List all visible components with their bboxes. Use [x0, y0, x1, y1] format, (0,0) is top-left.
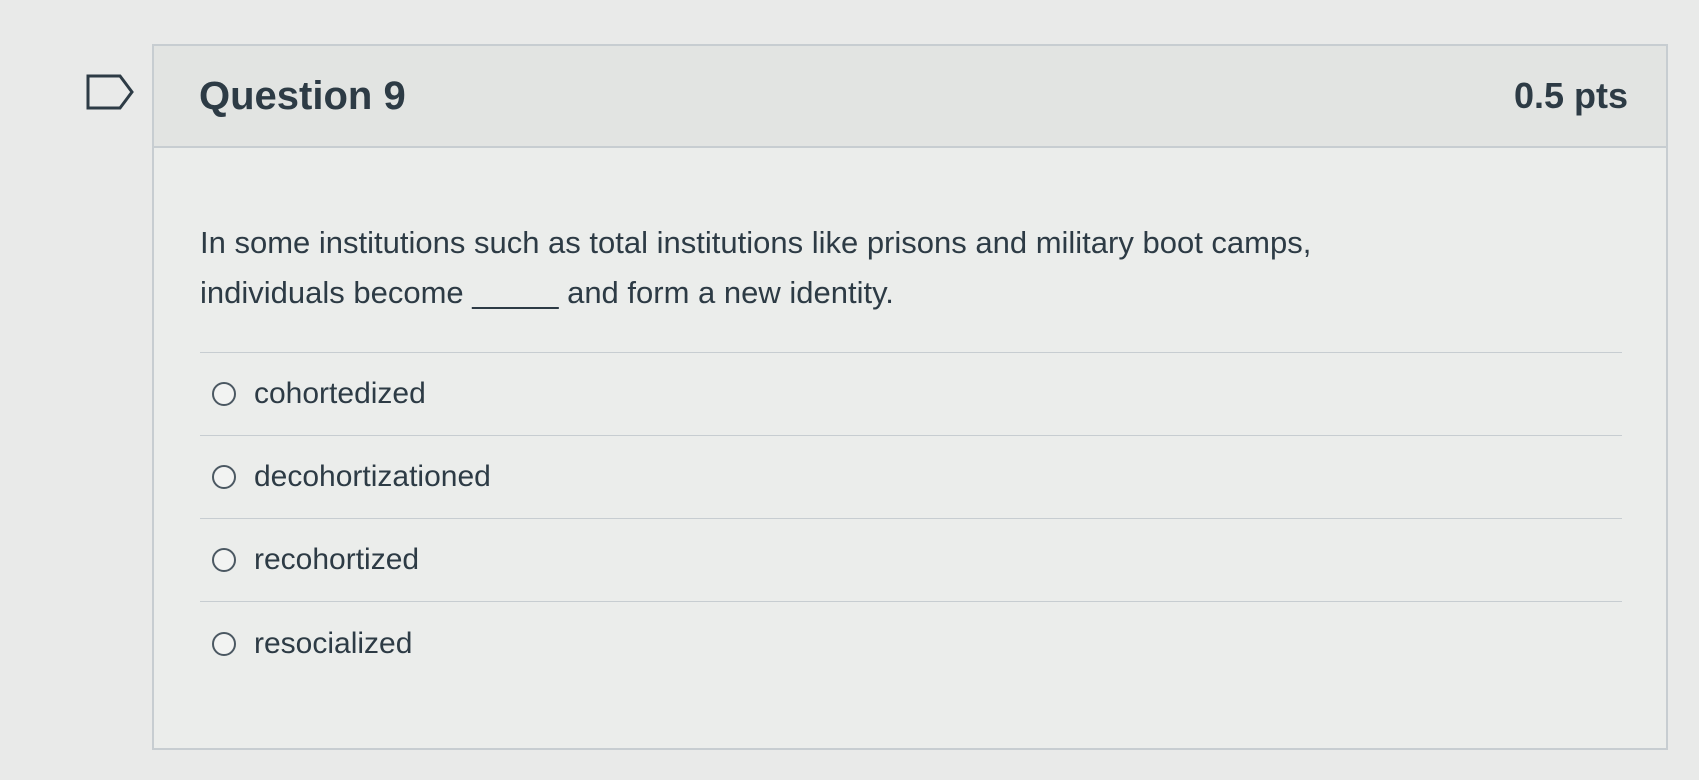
radio-button-icon[interactable] [212, 631, 236, 656]
answer-label[interactable]: decohortizationed [254, 460, 491, 494]
answer-label[interactable]: resocialized [254, 627, 412, 661]
answer-list: cohortedized decohortizationed recohorti… [200, 352, 1622, 685]
question-text-line-2: individuals become _____ and form a new … [200, 275, 894, 310]
flag-question-icon[interactable] [86, 74, 136, 110]
answer-option-resocialized[interactable]: resocialized [200, 602, 1622, 685]
question-text: In some institutions such as total insti… [200, 218, 1530, 318]
answer-option-decohortizationed[interactable]: decohortizationed [200, 436, 1622, 519]
radio-button-icon[interactable] [212, 382, 236, 406]
answer-option-cohortedized[interactable]: cohortedized [200, 353, 1622, 436]
question-points: 0.5 pts [1513, 75, 1628, 116]
answer-label[interactable]: recohortized [254, 543, 419, 577]
question-body: In some institutions such as total insti… [154, 218, 1666, 685]
question-card: Question 9 0.5 pts In some institutions … [152, 44, 1668, 750]
question-header: Question 9 0.5 pts [154, 46, 1666, 148]
radio-button-icon[interactable] [212, 465, 236, 489]
question-title: Question 9 [199, 73, 406, 118]
answer-option-recohortized[interactable]: recohortized [200, 519, 1622, 602]
answer-label[interactable]: cohortedized [254, 377, 426, 411]
question-text-line-1: In some institutions such as total insti… [200, 225, 1312, 260]
radio-button-icon[interactable] [212, 548, 236, 572]
